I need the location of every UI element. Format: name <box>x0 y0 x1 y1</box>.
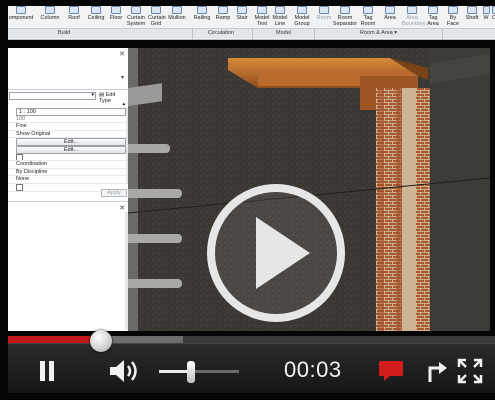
group-divider <box>192 29 193 39</box>
group-divider <box>314 29 315 39</box>
ceiling-icon <box>91 6 101 14</box>
ramp-icon <box>218 6 228 14</box>
current-time: 00:03 <box>284 357 342 382</box>
edit-button[interactable]: Edit... <box>16 138 126 146</box>
volume-icon[interactable] <box>108 358 144 384</box>
model-line-icon <box>275 6 285 14</box>
close-icon[interactable]: ✕ <box>119 204 125 212</box>
tag-room-icon <box>363 6 373 14</box>
seek-bar-played <box>8 336 101 343</box>
properties-header: ✕ ▾ <box>8 48 128 90</box>
parts-visibility-value[interactable]: Show Original <box>8 131 126 139</box>
area-icon <box>385 6 395 14</box>
view-type-dropdown[interactable]: ▾ <box>9 92 96 100</box>
properties-panel: ✕ ▾ ▾ ▤ Edit Type ▴ 1 : 100 100 Fine Sho… <box>8 48 129 331</box>
pause-icon[interactable] <box>34 358 60 384</box>
view-scale-field[interactable]: 1 : 100 <box>16 108 126 116</box>
railing-icon <box>197 6 207 14</box>
type-selector-row: ▾ ▤ Edit Type <box>8 92 128 104</box>
stair-icon <box>237 6 247 14</box>
mullion-icon <box>172 6 182 14</box>
ribbon-group-labels: Build Circulation Model Room & Area ▾ <box>8 28 495 39</box>
detail-level-value[interactable]: Fine <box>8 123 126 131</box>
opening-icon <box>491 6 495 14</box>
group-divider <box>252 29 253 39</box>
group-label-circulation: Circulation <box>208 30 234 36</box>
checkbox[interactable] <box>8 154 126 162</box>
model-text-icon <box>257 6 267 14</box>
roof-icon <box>69 6 79 14</box>
model-group-icon <box>297 6 307 14</box>
group-label-build: Build <box>58 30 71 36</box>
floor-icon <box>111 6 121 14</box>
properties-grid: 1 : 100 100 Fine Show Original Edit... E… <box>8 108 126 192</box>
chevron-down-icon: ▾ <box>91 92 94 98</box>
by-face-icon <box>448 6 458 14</box>
discipline-value[interactable]: Coordination <box>8 161 126 169</box>
3d-viewport[interactable] <box>128 48 490 331</box>
volume-handle[interactable] <box>187 361 195 383</box>
area-boundary-icon <box>407 6 417 14</box>
model-view <box>128 48 490 331</box>
group-label-model: Model <box>276 30 291 36</box>
component-icon <box>16 6 26 14</box>
edit-button[interactable]: Edit... <box>16 145 126 154</box>
video-player: omponent Column Roof Ceiling Floor Curta… <box>0 0 495 400</box>
seek-handle[interactable] <box>90 330 112 352</box>
wall-face <box>430 48 490 331</box>
project-browser: ✕ <box>8 201 128 331</box>
shaft-icon <box>467 6 477 14</box>
apply-button[interactable]: Apply <box>101 189 127 197</box>
room-separator-icon <box>340 6 350 14</box>
color-scheme-location-value[interactable]: By Discipline <box>8 169 126 177</box>
room-icon <box>319 6 329 14</box>
fullscreen-icon[interactable] <box>457 358 483 384</box>
scale-value: 100 <box>8 116 126 124</box>
share-icon[interactable] <box>426 358 448 384</box>
chevron-down-icon[interactable]: ▾ <box>121 74 124 81</box>
group-divider <box>442 29 443 39</box>
play-button-overlay[interactable] <box>207 184 345 322</box>
brick-column <box>376 88 430 331</box>
curtain-system-icon <box>131 6 141 14</box>
wall-opening-icon <box>482 6 490 14</box>
player-controls: 00:03 <box>8 343 495 393</box>
scroll-up-icon[interactable]: ▴ <box>122 101 125 107</box>
column-icon <box>45 6 55 14</box>
close-icon[interactable]: ✕ <box>119 50 125 58</box>
group-label-room-area[interactable]: Room & Area ▾ <box>360 30 397 36</box>
curtain-grid-icon <box>151 6 161 14</box>
annotations-icon[interactable] <box>378 360 404 382</box>
tag-area-icon <box>428 6 438 14</box>
color-scheme-value[interactable]: None <box>8 176 126 184</box>
